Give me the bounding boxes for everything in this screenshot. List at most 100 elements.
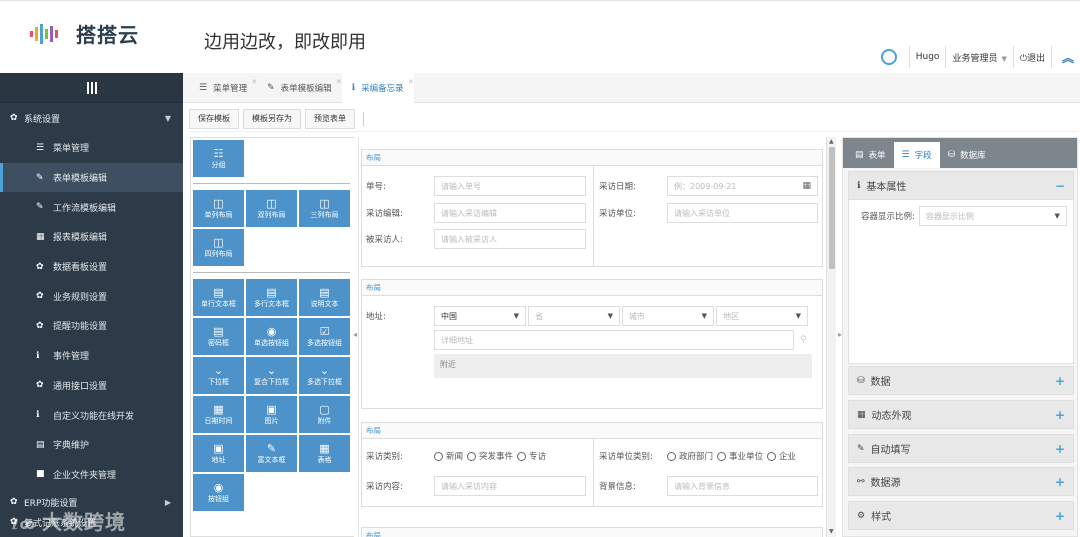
tab-memo[interactable]: ℹ 采编备忘录 ✕ — [341, 72, 414, 103]
sidebar-item-dashboard[interactable]: ✿ 数据看板设置 — [0, 252, 183, 282]
unit-input[interactable]: 请输入采访单位 — [667, 203, 818, 223]
palette-attachment[interactable]: ▢ 附件 — [299, 396, 350, 433]
scroll-up-icon[interactable]: ▲ — [829, 138, 834, 145]
layout-section[interactable]: 布局 单号: 请输入单号 采访日期: 例：2009-09-21 ▦ 采访编辑: 请… — [361, 149, 823, 267]
content-input[interactable]: 请输入采访内容 — [434, 476, 586, 496]
palette-datetime[interactable]: ▦ 日期时间 — [193, 396, 244, 433]
sidebar-item-folder[interactable]: ■ 企业文件夹管理 — [0, 460, 183, 490]
tab-form[interactable]: ▤ 表单 — [847, 142, 894, 168]
sidebar-item-api[interactable]: ✿ 通用接口设置 — [0, 371, 183, 401]
person-input[interactable]: 请输入被采访人 — [434, 229, 586, 249]
sidebar-item-dictionary[interactable]: ▤ 字典维护 — [0, 430, 183, 460]
menu-toggle-icon — [86, 81, 97, 94]
preview-button[interactable]: 预览表单 — [305, 108, 355, 129]
tab-field[interactable]: ☰ 字段 — [893, 142, 940, 168]
sidebar-item-menu[interactable]: ☰ 菜单管理 — [0, 133, 183, 163]
radio-institution[interactable]: 事业单位 — [717, 450, 763, 462]
brand-logo[interactable]: 搭搭云 — [30, 19, 139, 48]
palette-double-column[interactable]: ◫ 双列布局 — [246, 190, 297, 227]
save-template-button[interactable]: 保存模板 — [189, 108, 239, 129]
layout-section[interactable]: 布局 — [361, 527, 823, 537]
save-as-button[interactable]: 模板另存为 — [243, 108, 301, 129]
collapse-left-icon[interactable]: ◂ — [353, 330, 357, 339]
detail-address-input[interactable]: 详细地址 — [434, 330, 794, 350]
radio-news[interactable]: 新闻 — [434, 450, 463, 462]
sidebar-item-rules[interactable]: ✿ 业务规则设置 — [0, 281, 183, 311]
editor-input[interactable]: 请输入采访编辑 — [434, 203, 586, 223]
sidebar-item-reminder[interactable]: ✿ 提醒功能设置 — [0, 311, 183, 341]
scroll-thumb[interactable] — [829, 147, 835, 269]
palette-dropdown[interactable]: ⌄ 下拉框 — [193, 357, 244, 394]
close-icon[interactable]: ✕ — [408, 78, 414, 86]
sidebar-group-system[interactable]: ✿ 系统设置 ▼ — [0, 103, 183, 133]
palette-button-group[interactable]: ◉ 按钮组 — [193, 474, 244, 511]
basic-properties-header[interactable]: ℹ 基本属性 − — [848, 171, 1074, 200]
info-icon: ℹ — [36, 350, 40, 361]
palette-image[interactable]: ▣ 图片 — [246, 396, 297, 433]
danhao-input[interactable]: 请输入单号 — [434, 176, 586, 196]
style-header[interactable]: ⚙ 样式 + — [848, 501, 1074, 530]
palette-radio-group[interactable]: ◉ 单选按钮组 — [246, 318, 297, 355]
gear-icon[interactable] — [880, 49, 897, 65]
nearby-box[interactable]: 附近 — [434, 354, 812, 378]
ratio-select[interactable]: 容器显示比例 ▼ — [918, 206, 1067, 226]
field-content: 采访内容: 请输入采访内容 — [362, 476, 586, 496]
tab-form-template[interactable]: ✎ 表单模板编辑 ✕ — [257, 73, 342, 103]
palette-address[interactable]: ▣ 地址 — [193, 435, 244, 472]
scroll-down-icon[interactable]: ▼ — [829, 528, 834, 535]
user-role-dropdown[interactable]: 业务管理员 ▼ — [952, 51, 1006, 64]
palette-table[interactable]: ▦ 表格 — [299, 435, 350, 472]
sidebar-item-form-template[interactable]: ✎ 表单模板编辑 — [0, 162, 183, 193]
brand-slogan: 边用边改，即改即用 — [204, 32, 366, 53]
sidebar-item-workflow[interactable]: ✎ 工作流模板编辑 — [0, 192, 183, 222]
info-icon: ℹ — [351, 82, 356, 93]
palette-rich-text[interactable]: ✎ 富文本框 — [246, 435, 297, 472]
country-select[interactable]: 中国 ▼ — [434, 306, 526, 326]
datasource-header[interactable]: ⚯ 数据源 + — [848, 467, 1074, 496]
radio-government[interactable]: 政府部门 — [667, 450, 713, 462]
user-name[interactable]: Hugo — [916, 52, 940, 62]
date-input[interactable]: 例：2009-09-21 ▦ — [667, 176, 818, 196]
field-danhao: 单号: 请输入单号 — [362, 176, 586, 196]
city-select[interactable]: 城市 ▼ — [622, 306, 714, 326]
canvas-scrollbar[interactable]: ▲ ▼ — [826, 137, 836, 537]
data-section-header[interactable]: ⛁ 数据 + — [848, 366, 1074, 395]
sidebar-item-events[interactable]: ℹ 事件管理 — [0, 341, 183, 371]
list-icon: ☰ — [901, 150, 910, 160]
gear-icon: ✿ — [36, 320, 44, 331]
palette-multi-dropdown[interactable]: ⌄ 多选下拉框 — [299, 357, 350, 394]
logout-button[interactable]: ⏻退出 — [1020, 51, 1045, 64]
palette-multi-text[interactable]: ▤ 多行文本框 — [246, 279, 297, 316]
radio-breaking[interactable]: 突发事件 — [467, 450, 513, 462]
tab-menu[interactable]: ☰ 菜单管理 ✕ — [189, 73, 257, 103]
table-icon: ▦ — [36, 231, 45, 242]
district-select[interactable]: 地区 ▼ — [716, 306, 808, 326]
sidebar-item-custom-dev[interactable]: ℹ 自定义功能在线开发 — [0, 400, 183, 430]
columns-icon: ◫ — [319, 196, 330, 210]
sidebar-item-report[interactable]: ▦ 报表模板编辑 — [0, 222, 183, 252]
sidebar-toggle[interactable] — [0, 73, 183, 103]
autofill-header[interactable]: ✎ 自动填写 + — [848, 434, 1074, 463]
palette-single-column[interactable]: ◫ 单列布局 — [193, 190, 244, 227]
background-input[interactable]: 请输入背景信息 — [667, 476, 818, 496]
location-pin-icon[interactable]: ⚲ — [800, 335, 807, 345]
chevron-up-icon[interactable]: ︽ — [1062, 49, 1074, 66]
palette-password[interactable]: ▤ 密码框 — [193, 318, 244, 355]
palette-compound-dropdown[interactable]: ⌄ 复合下拉框 — [246, 357, 297, 394]
palette-triple-column[interactable]: ◫ 三列布局 — [299, 190, 350, 227]
palette-checkbox-group[interactable]: ☑ 多选按钮组 — [299, 318, 350, 355]
calendar-icon[interactable]: ▦ — [802, 181, 811, 191]
accordion-label: 数据源 — [870, 478, 901, 489]
radio-enterprise[interactable]: 企业 — [767, 450, 796, 462]
palette-single-text[interactable]: ▤ 单行文本框 — [193, 279, 244, 316]
palette-description[interactable]: ▤ 说明文本 — [299, 279, 350, 316]
radio-interview[interactable]: 专访 — [517, 450, 546, 462]
dynamic-appearance-header[interactable]: ▦ 动态外观 + — [848, 400, 1074, 429]
layout-section[interactable]: 布局 地址: 中国 ▼ 省 ▼ 城市 ▼ 地区 ▼ 详细地址 ⚲ 附近 — [361, 279, 823, 409]
field-label: 采访单位类别: — [599, 452, 653, 462]
layout-section[interactable]: 布局 采访类别: 新闻 突发事件 专访 采访单位类别: 政府部门 事业单位 企业… — [361, 422, 823, 507]
province-select[interactable]: 省 ▼ — [528, 306, 620, 326]
tab-database[interactable]: ⛁ 数据库 — [940, 142, 994, 168]
palette-quad-column[interactable]: ◫ 四列布局 — [193, 229, 244, 266]
palette-group[interactable]: ☷ 分组 — [193, 140, 244, 177]
